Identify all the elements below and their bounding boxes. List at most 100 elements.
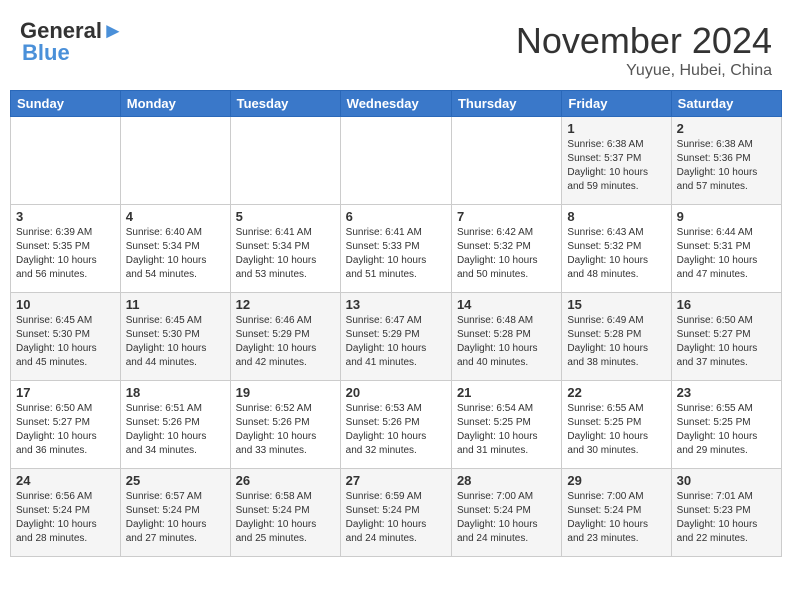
day-info: Sunrise: 7:00 AM Sunset: 5:24 PM Dayligh…	[567, 490, 665, 546]
col-header-monday: Monday	[120, 91, 230, 117]
day-number: 4	[126, 209, 225, 224]
day-info: Sunrise: 6:45 AM Sunset: 5:30 PM Dayligh…	[16, 314, 115, 370]
calendar-week-3: 10 Sunrise: 6:45 AM Sunset: 5:30 PM Dayli…	[11, 293, 782, 381]
day-number: 15	[567, 297, 665, 312]
day-info: Sunrise: 6:45 AM Sunset: 5:30 PM Dayligh…	[126, 314, 225, 370]
calendar-table: SundayMondayTuesdayWednesdayThursdayFrid…	[10, 90, 782, 557]
day-info: Sunrise: 6:51 AM Sunset: 5:26 PM Dayligh…	[126, 402, 225, 458]
day-info: Sunrise: 6:47 AM Sunset: 5:29 PM Dayligh…	[346, 314, 446, 370]
day-info: Sunrise: 6:53 AM Sunset: 5:26 PM Dayligh…	[346, 402, 446, 458]
day-info: Sunrise: 6:43 AM Sunset: 5:32 PM Dayligh…	[567, 226, 665, 282]
calendar-cell: 8 Sunrise: 6:43 AM Sunset: 5:32 PM Daylig…	[562, 205, 671, 293]
calendar-cell: 26Sunrise: 6:58 AM Sunset: 5:24 PM Dayli…	[230, 469, 340, 557]
day-number: 13	[346, 297, 446, 312]
calendar-cell: 18 Sunrise: 6:51 AM Sunset: 5:26 PM Dayli…	[120, 381, 230, 469]
day-number: 14	[457, 297, 556, 312]
day-info: Sunrise: 6:39 AM Sunset: 5:35 PM Dayligh…	[16, 226, 115, 282]
calendar-cell: 9Sunrise: 6:44 AM Sunset: 5:31 PM Daylig…	[671, 205, 781, 293]
day-number: 29	[567, 473, 665, 488]
calendar-cell: 13 Sunrise: 6:47 AM Sunset: 5:29 PM Dayli…	[340, 293, 451, 381]
calendar-cell: 17 Sunrise: 6:50 AM Sunset: 5:27 PM Dayli…	[11, 381, 121, 469]
day-number: 9	[677, 209, 776, 224]
calendar-cell: 21 Sunrise: 6:54 AM Sunset: 5:25 PM Dayli…	[451, 381, 561, 469]
calendar-cell: 12 Sunrise: 6:46 AM Sunset: 5:29 PM Dayli…	[230, 293, 340, 381]
day-number: 22	[567, 385, 665, 400]
calendar-cell: 28 Sunrise: 7:00 AM Sunset: 5:24 PM Dayli…	[451, 469, 561, 557]
calendar-cell: 7Sunrise: 6:42 AM Sunset: 5:32 PM Daylig…	[451, 205, 561, 293]
calendar-cell: 14Sunrise: 6:48 AM Sunset: 5:28 PM Dayli…	[451, 293, 561, 381]
day-number: 11	[126, 297, 225, 312]
calendar-cell: 20 Sunrise: 6:53 AM Sunset: 5:26 PM Dayli…	[340, 381, 451, 469]
calendar-cell: 23 Sunrise: 6:55 AM Sunset: 5:25 PM Dayli…	[671, 381, 781, 469]
day-number: 21	[457, 385, 556, 400]
day-info: Sunrise: 6:49 AM Sunset: 5:28 PM Dayligh…	[567, 314, 665, 370]
day-number: 5	[236, 209, 335, 224]
logo-text: General►	[20, 20, 124, 42]
day-info: Sunrise: 6:57 AM Sunset: 5:24 PM Dayligh…	[126, 490, 225, 546]
day-info: Sunrise: 6:42 AM Sunset: 5:32 PM Dayligh…	[457, 226, 556, 282]
day-number: 3	[16, 209, 115, 224]
day-info: Sunrise: 6:52 AM Sunset: 5:26 PM Dayligh…	[236, 402, 335, 458]
calendar-cell: 16 Sunrise: 6:50 AM Sunset: 5:27 PM Dayli…	[671, 293, 781, 381]
day-number: 17	[16, 385, 115, 400]
calendar-cell: 4Sunrise: 6:40 AM Sunset: 5:34 PM Daylig…	[120, 205, 230, 293]
calendar-week-1: 1 Sunrise: 6:38 AM Sunset: 5:37 PM Daylig…	[11, 117, 782, 205]
calendar-cell: 15 Sunrise: 6:49 AM Sunset: 5:28 PM Dayli…	[562, 293, 671, 381]
calendar-cell: 6 Sunrise: 6:41 AM Sunset: 5:33 PM Daylig…	[340, 205, 451, 293]
day-number: 20	[346, 385, 446, 400]
day-info: Sunrise: 6:41 AM Sunset: 5:34 PM Dayligh…	[236, 226, 335, 282]
day-number: 27	[346, 473, 446, 488]
calendar-cell: 5 Sunrise: 6:41 AM Sunset: 5:34 PM Daylig…	[230, 205, 340, 293]
calendar-cell: 25 Sunrise: 6:57 AM Sunset: 5:24 PM Dayli…	[120, 469, 230, 557]
day-info: Sunrise: 6:50 AM Sunset: 5:27 PM Dayligh…	[677, 314, 776, 370]
day-number: 1	[567, 121, 665, 136]
day-info: Sunrise: 6:50 AM Sunset: 5:27 PM Dayligh…	[16, 402, 115, 458]
day-number: 6	[346, 209, 446, 224]
calendar-cell	[451, 117, 561, 205]
calendar-cell: 30 Sunrise: 7:01 AM Sunset: 5:23 PM Dayli…	[671, 469, 781, 557]
day-info: Sunrise: 6:46 AM Sunset: 5:29 PM Dayligh…	[236, 314, 335, 370]
calendar-cell	[230, 117, 340, 205]
day-number: 25	[126, 473, 225, 488]
day-number: 16	[677, 297, 776, 312]
day-number: 30	[677, 473, 776, 488]
col-header-saturday: Saturday	[671, 91, 781, 117]
calendar-cell: 1 Sunrise: 6:38 AM Sunset: 5:37 PM Daylig…	[562, 117, 671, 205]
day-number: 12	[236, 297, 335, 312]
day-number: 23	[677, 385, 776, 400]
day-info: Sunrise: 6:38 AM Sunset: 5:36 PM Dayligh…	[677, 138, 776, 194]
day-number: 10	[16, 297, 115, 312]
day-info: Sunrise: 7:00 AM Sunset: 5:24 PM Dayligh…	[457, 490, 556, 546]
calendar-week-2: 3 Sunrise: 6:39 AM Sunset: 5:35 PM Daylig…	[11, 205, 782, 293]
calendar-week-5: 24 Sunrise: 6:56 AM Sunset: 5:24 PM Dayli…	[11, 469, 782, 557]
day-info: Sunrise: 6:54 AM Sunset: 5:25 PM Dayligh…	[457, 402, 556, 458]
col-header-wednesday: Wednesday	[340, 91, 451, 117]
calendar-header-row: SundayMondayTuesdayWednesdayThursdayFrid…	[11, 91, 782, 117]
day-info: Sunrise: 6:41 AM Sunset: 5:33 PM Dayligh…	[346, 226, 446, 282]
logo-blue: Blue	[22, 40, 70, 65]
day-info: Sunrise: 7:01 AM Sunset: 5:23 PM Dayligh…	[677, 490, 776, 546]
month-title: November 2024	[516, 20, 772, 62]
page-header: General► Blue November 2024 Yuyue, Hubei…	[10, 10, 782, 85]
calendar-cell	[340, 117, 451, 205]
col-header-friday: Friday	[562, 91, 671, 117]
logo: General► Blue	[20, 20, 124, 65]
calendar-cell: 3 Sunrise: 6:39 AM Sunset: 5:35 PM Daylig…	[11, 205, 121, 293]
day-number: 24	[16, 473, 115, 488]
calendar-cell: 27 Sunrise: 6:59 AM Sunset: 5:24 PM Dayli…	[340, 469, 451, 557]
calendar-cell: 11 Sunrise: 6:45 AM Sunset: 5:30 PM Dayli…	[120, 293, 230, 381]
calendar-cell: 2Sunrise: 6:38 AM Sunset: 5:36 PM Daylig…	[671, 117, 781, 205]
location: Yuyue, Hubei, China	[516, 62, 772, 80]
day-info: Sunrise: 6:56 AM Sunset: 5:24 PM Dayligh…	[16, 490, 115, 546]
day-number: 18	[126, 385, 225, 400]
day-number: 28	[457, 473, 556, 488]
day-info: Sunrise: 6:55 AM Sunset: 5:25 PM Dayligh…	[677, 402, 776, 458]
day-info: Sunrise: 6:55 AM Sunset: 5:25 PM Dayligh…	[567, 402, 665, 458]
col-header-tuesday: Tuesday	[230, 91, 340, 117]
day-info: Sunrise: 6:59 AM Sunset: 5:24 PM Dayligh…	[346, 490, 446, 546]
day-info: Sunrise: 6:38 AM Sunset: 5:37 PM Dayligh…	[567, 138, 665, 194]
col-header-thursday: Thursday	[451, 91, 561, 117]
day-number: 8	[567, 209, 665, 224]
calendar-cell	[11, 117, 121, 205]
day-info: Sunrise: 6:58 AM Sunset: 5:24 PM Dayligh…	[236, 490, 335, 546]
